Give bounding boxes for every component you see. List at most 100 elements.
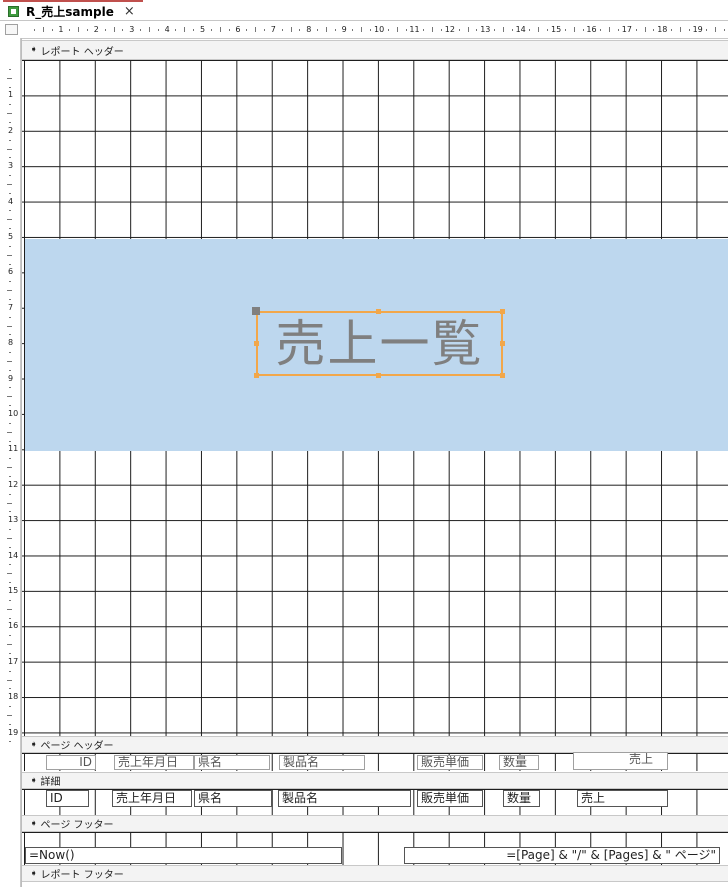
document-tab-bar: R_売上sample ×	[0, 0, 728, 21]
ruler-tick	[679, 27, 681, 32]
ruler-tick	[219, 27, 221, 32]
label-id[interactable]: ID	[46, 755, 96, 770]
ruler-tick	[9, 175, 11, 177]
document-tab[interactable]: R_売上sample ×	[3, 0, 143, 20]
ruler-tick	[405, 29, 407, 31]
ruler-number: 1	[8, 90, 14, 100]
ruler-tick	[9, 741, 11, 743]
ruler-tick	[9, 617, 11, 619]
ruler-number: 7	[270, 25, 276, 34]
label-unit-price[interactable]: 販売単価	[417, 755, 483, 770]
ruler-number: 4	[164, 25, 170, 34]
ruler-tick	[9, 192, 11, 194]
resize-handle-left[interactable]	[254, 341, 259, 346]
section-label: ページ フッター	[40, 820, 114, 831]
ruler-tick	[210, 29, 212, 31]
section-arrow-icon: ➧	[30, 775, 38, 786]
vertical-ruler[interactable]: 1 2 3 4 5 6 7 8 9 10 11 12 13 14 15 16 17 18 19	[0, 38, 21, 887]
ruler-tick	[113, 27, 115, 32]
ruler-tick	[7, 183, 12, 185]
field-sales-date[interactable]: 売上年月日	[112, 790, 192, 807]
field-prefecture[interactable]: 県名	[194, 790, 272, 807]
ruler-number: 1	[58, 25, 64, 34]
section-bar-report-footer[interactable]: ➧ レポート フッター	[22, 865, 728, 882]
ruler-tick	[228, 29, 230, 31]
label-sales[interactable]: 売上	[573, 752, 668, 770]
field-product-name[interactable]: 製品名	[278, 790, 411, 807]
ruler-tick	[9, 263, 11, 265]
ruler-tick	[9, 458, 11, 460]
ruler-tick	[9, 121, 11, 123]
resize-handle-top-right[interactable]	[500, 309, 505, 314]
label-product-name[interactable]: 製品名	[279, 755, 365, 770]
ruler-tick	[547, 29, 549, 31]
ruler-number: 4	[8, 196, 14, 206]
ruler-tick	[42, 27, 44, 32]
ruler-tick	[281, 29, 283, 31]
section-label: レポート ヘッダー	[40, 46, 124, 58]
move-handle[interactable]	[252, 307, 260, 315]
ruler-tick	[582, 29, 584, 31]
field-id[interactable]: ID	[46, 790, 89, 807]
ruler-tick	[69, 29, 71, 31]
section-bar-detail[interactable]: ➧ 詳細	[22, 772, 728, 789]
label-sales-date[interactable]: 売上年月日	[114, 755, 194, 770]
close-icon[interactable]: ×	[124, 4, 135, 19]
ruler-number: 17	[8, 656, 19, 666]
resize-handle-bottom[interactable]	[376, 373, 381, 378]
ruler-tick	[440, 29, 442, 31]
ruler-number: 3	[129, 25, 135, 34]
section-bar-page-header[interactable]: ➧ ページ ヘッダー	[22, 736, 728, 753]
section-bar-report-header[interactable]: ➧ レポート ヘッダー	[22, 40, 728, 60]
ruler-number: 10	[8, 409, 19, 418]
ruler-tick	[361, 27, 363, 32]
ruler-number: 11	[8, 444, 19, 454]
ruler-tick	[9, 564, 11, 566]
field-quantity[interactable]: 数量	[503, 790, 540, 807]
section-arrow-icon: ➧	[30, 45, 38, 55]
ruler-tick	[352, 29, 354, 31]
ruler-tick	[9, 352, 11, 354]
resize-handle-bottom-right[interactable]	[500, 373, 505, 378]
section-label: ページ ヘッダー	[40, 741, 114, 752]
resize-handle-top[interactable]	[376, 309, 381, 314]
ruler-tick	[255, 27, 257, 32]
label-quantity[interactable]: 数量	[499, 755, 539, 770]
ruler-tick	[423, 29, 425, 31]
ruler-tick	[9, 139, 11, 141]
ruler-tick	[7, 679, 12, 681]
ruler-number: 2	[8, 125, 14, 135]
ruler-tick	[9, 104, 11, 106]
resize-handle-bottom-left[interactable]	[254, 373, 259, 378]
ruler-tick	[7, 537, 12, 539]
ruler-tick	[600, 29, 602, 31]
tab-title: R_売上sample	[26, 4, 114, 19]
ruler-tick	[334, 29, 336, 31]
report-title-label[interactable]: 売上一覧	[256, 311, 503, 376]
ruler-tick	[9, 529, 11, 531]
ruler-tick	[573, 27, 575, 32]
ruler-tick	[9, 670, 11, 672]
ruler-tick	[7, 573, 12, 575]
ruler-number: 2	[93, 25, 99, 34]
ruler-tick	[688, 29, 690, 31]
ruler-number: 17	[621, 25, 632, 34]
field-sales[interactable]: 売上	[577, 790, 668, 807]
ruler-tick	[9, 157, 11, 159]
ruler-tick	[9, 440, 11, 442]
field-now[interactable]: =Now()	[25, 847, 342, 864]
ruler-tick	[7, 714, 12, 716]
ruler-number: 6	[235, 25, 241, 34]
ruler-tick	[7, 219, 12, 221]
resize-handle-right[interactable]	[500, 341, 505, 346]
ruler-tick	[467, 27, 469, 32]
field-page-number[interactable]: =[Page] & "/" & [Pages] & " ページ"	[404, 847, 720, 864]
ruler-tick	[635, 29, 637, 31]
ruler-tick	[104, 29, 106, 31]
field-unit-price[interactable]: 販売単価	[417, 790, 483, 807]
ruler-tick	[9, 706, 11, 708]
horizontal-ruler[interactable]: 1 2 3 4 5 6 7 8 9 10 11 12 13 14 15 16 17 18 19	[21, 22, 728, 39]
section-bar-page-footer[interactable]: ➧ ページ フッター	[22, 815, 728, 832]
report-selector[interactable]	[5, 24, 18, 35]
label-prefecture[interactable]: 県名	[194, 755, 270, 770]
